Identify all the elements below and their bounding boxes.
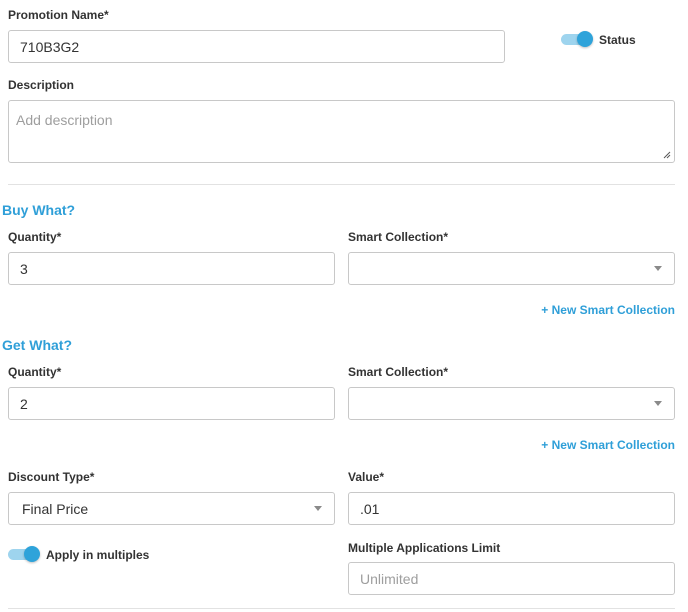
limit-input[interactable]: Unlimited (348, 562, 675, 595)
get-collection-label: Smart Collection* (348, 365, 449, 379)
promotion-name-value: 710B3G2 (20, 38, 80, 55)
promotion-name-input[interactable]: 710B3G2 (8, 30, 505, 63)
get-collection-select[interactable] (348, 387, 675, 420)
description-textarea[interactable]: Add description (8, 100, 675, 163)
chevron-down-icon (314, 506, 322, 511)
buy-quantity-input[interactable]: 3 (8, 252, 335, 285)
status-toggle-knob (577, 31, 593, 47)
chevron-down-icon (654, 401, 662, 406)
promotion-name-label: Promotion Name* (8, 8, 109, 22)
value-label: Value* (348, 470, 385, 484)
get-new-collection-link[interactable]: + New Smart Collection (541, 438, 675, 452)
limit-placeholder: Unlimited (360, 570, 419, 587)
description-placeholder: Add description (16, 112, 113, 128)
apply-multiples-toggle[interactable] (8, 546, 40, 562)
apply-multiples-toggle-knob (24, 546, 40, 562)
section-divider (8, 184, 675, 185)
apply-multiples-label: Apply in multiples (46, 548, 150, 562)
discount-type-value: Final Price (22, 500, 89, 517)
value-value: .01 (360, 500, 380, 517)
get-quantity-input[interactable]: 2 (8, 387, 335, 420)
buy-quantity-value: 3 (20, 260, 28, 277)
discount-type-select[interactable]: Final Price (8, 492, 335, 525)
discount-type-label: Discount Type* (8, 470, 95, 484)
buy-new-collection-link[interactable]: + New Smart Collection (541, 303, 675, 317)
get-section-title: Get What? (2, 337, 72, 353)
description-label: Description (8, 78, 75, 92)
bottom-divider (8, 608, 675, 609)
buy-quantity-label: Quantity* (8, 230, 62, 244)
value-input[interactable]: .01 (348, 492, 675, 525)
chevron-down-icon (654, 266, 662, 271)
buy-collection-select[interactable] (348, 252, 675, 285)
status-toggle[interactable] (561, 31, 593, 47)
buy-section-title: Buy What? (2, 202, 76, 218)
buy-collection-label: Smart Collection* (348, 230, 449, 244)
limit-label: Multiple Applications Limit (348, 541, 501, 555)
resize-grip-icon[interactable] (663, 151, 671, 159)
get-quantity-value: 2 (20, 395, 28, 412)
get-quantity-label: Quantity* (8, 365, 62, 379)
status-label: Status (599, 33, 636, 47)
